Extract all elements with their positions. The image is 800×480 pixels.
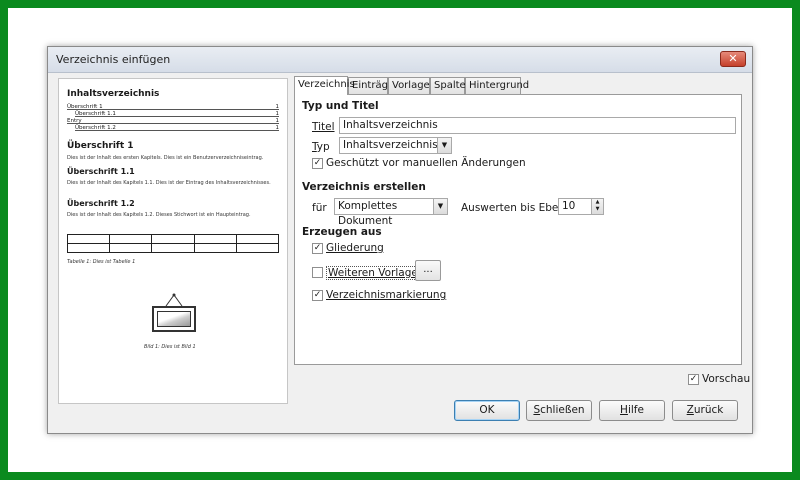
spin-up-icon[interactable]: ▲: [596, 199, 600, 205]
preview-heading-1: Überschrift 1: [67, 141, 134, 151]
insert-index-dialog: Verzeichnis einfügen ✕ Inhaltsverzeichni…: [47, 46, 753, 434]
preview-image-caption: Bild 1: Dies ist Bild 1: [144, 344, 196, 350]
tab-panel-verzeichnis: Typ und Titel Titel Inhaltsverzeichnis T…: [294, 94, 742, 365]
preview-toc-row-num: 1: [275, 111, 280, 117]
outline-label: Gliederung: [326, 242, 384, 254]
title-input[interactable]: Inhaltsverzeichnis: [339, 117, 736, 134]
level-value: 10: [562, 200, 576, 212]
spin-arrows-icon[interactable]: ▲ ▼: [591, 199, 603, 214]
preview-toc-row-num: 1: [275, 125, 280, 131]
preview-toc-row-text: Überschrift 1.2: [75, 125, 116, 131]
preview-paragraph: Dies ist der Inhalt des Kapitels 1.2. Di…: [67, 212, 251, 218]
close-button[interactable]: Schließen: [526, 400, 592, 421]
index-preview: Inhaltsverzeichnis Überschrift 1 1 Übers…: [58, 78, 288, 404]
protect-checkbox[interactable]: ✓: [312, 158, 323, 169]
preview-toc-row-num: 1: [275, 118, 280, 124]
assign-styles-button[interactable]: ...: [415, 260, 441, 281]
preview-image: [152, 306, 196, 332]
tab-hintergrund[interactable]: Hintergrund: [465, 77, 529, 94]
preview-heading-1-1: Überschrift 1.1: [67, 167, 135, 176]
tab-verzeichnis[interactable]: Verzeichnis: [294, 76, 355, 95]
type-select-value: Inhaltsverzeichnis: [343, 139, 438, 151]
preview-checkbox[interactable]: ✓: [688, 374, 699, 385]
preview-toc-row-text: Überschrift 1: [67, 104, 103, 110]
outline-checkbox[interactable]: ✓: [312, 243, 323, 254]
preview-paragraph: Dies ist der Inhalt des Kapitels 1.1. Di…: [67, 180, 271, 186]
preview-toc-row-text: Entry: [67, 118, 82, 124]
level-stepper[interactable]: 10 ▲ ▼: [558, 198, 604, 215]
back-button[interactable]: Zurück: [672, 400, 738, 421]
additional-styles-checkbox[interactable]: [312, 267, 323, 278]
section-create-from: Erzeugen aus: [302, 226, 382, 238]
close-icon[interactable]: ✕: [720, 51, 746, 67]
tab-vorlagen[interactable]: Vorlagen: [388, 77, 436, 94]
preview-label: Vorschau: [702, 373, 751, 385]
ok-button[interactable]: OK: [454, 400, 520, 421]
picture-hook-icon: [165, 293, 183, 307]
for-label: für: [312, 202, 327, 214]
protect-label: Geschützt vor manuellen Änderungen: [326, 157, 526, 169]
section-type-title: Typ und Titel: [302, 100, 379, 112]
preview-table-caption: Tabelle 1: Dies ist Tabelle 1: [67, 259, 136, 265]
level-label: Auswerten bis Ebene: [461, 202, 572, 214]
preview-toc-row: Überschrift 1 1: [67, 104, 279, 110]
help-button[interactable]: Hilfe: [599, 400, 665, 421]
preview-toc-row-num: 1: [275, 104, 280, 110]
additional-styles-label: Weiteren Vorlagen: [326, 266, 427, 280]
preview-toc-row: Überschrift 1.2 1: [75, 125, 279, 131]
chevron-down-icon[interactable]: ▼: [437, 138, 451, 153]
preview-table: [66, 234, 280, 253]
tab-spalten[interactable]: Spalten: [430, 77, 472, 94]
index-marks-label: Verzeichnismarkierung: [326, 289, 447, 301]
scope-select[interactable]: Komplettes Dokument ▼: [334, 198, 448, 227]
dialog-title: Verzeichnis einfügen: [56, 53, 171, 66]
preview-toc-row: Überschrift 1.1 1: [75, 111, 279, 117]
type-select[interactable]: Inhaltsverzeichnis ▼: [339, 137, 452, 154]
title-label: Titel: [312, 121, 335, 133]
preview-toc-title: Inhaltsverzeichnis: [67, 89, 160, 99]
section-create: Verzeichnis erstellen: [302, 181, 426, 193]
preview-toc-row: Entry 1: [67, 118, 279, 124]
scope-select-value: Komplettes Dokument: [338, 200, 398, 227]
type-label: Typ: [312, 141, 330, 153]
preview-toc-row-text: Überschrift 1.1: [75, 111, 116, 117]
chevron-down-icon[interactable]: ▼: [433, 199, 447, 214]
spin-down-icon[interactable]: ▼: [596, 206, 600, 212]
index-marks-checkbox[interactable]: ✓: [312, 290, 323, 301]
preview-heading-1-2: Überschrift 1.2: [67, 199, 135, 208]
titlebar: Verzeichnis einfügen ✕: [48, 47, 752, 73]
preview-paragraph: Dies ist der Inhalt des ersten Kapitels.…: [67, 155, 264, 161]
